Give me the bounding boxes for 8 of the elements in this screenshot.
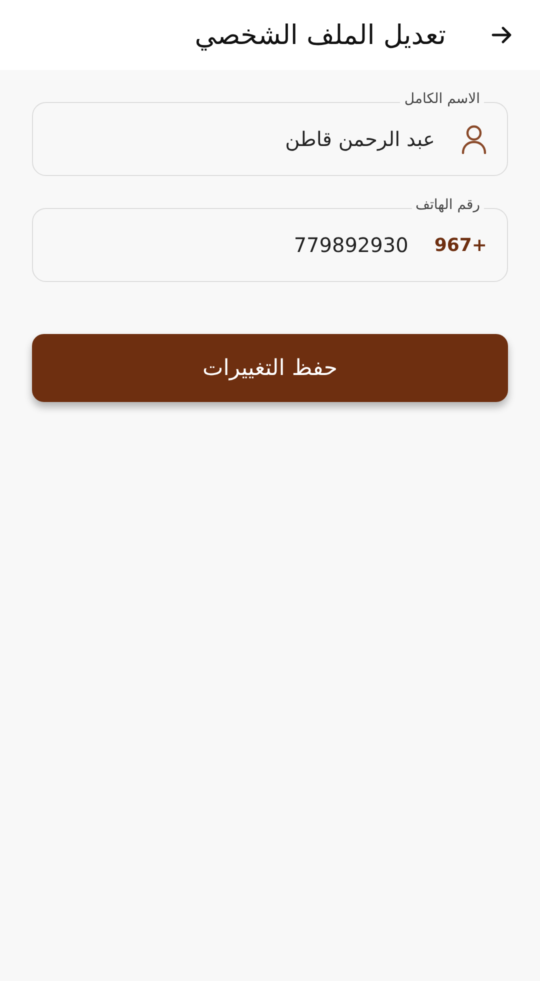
save-button[interactable]: حفظ التغييرات xyxy=(32,334,508,402)
field-value: 779892930 xyxy=(294,233,408,257)
person-icon xyxy=(461,124,487,154)
field-label: رقم الهاتف xyxy=(412,197,484,213)
country-code: 967+ xyxy=(434,234,487,256)
field-value: عبد الرحمن قاطن xyxy=(285,127,435,151)
page-title: تعديل الملف الشخصي xyxy=(194,20,446,50)
field-label: الاسم الكامل xyxy=(400,91,484,107)
